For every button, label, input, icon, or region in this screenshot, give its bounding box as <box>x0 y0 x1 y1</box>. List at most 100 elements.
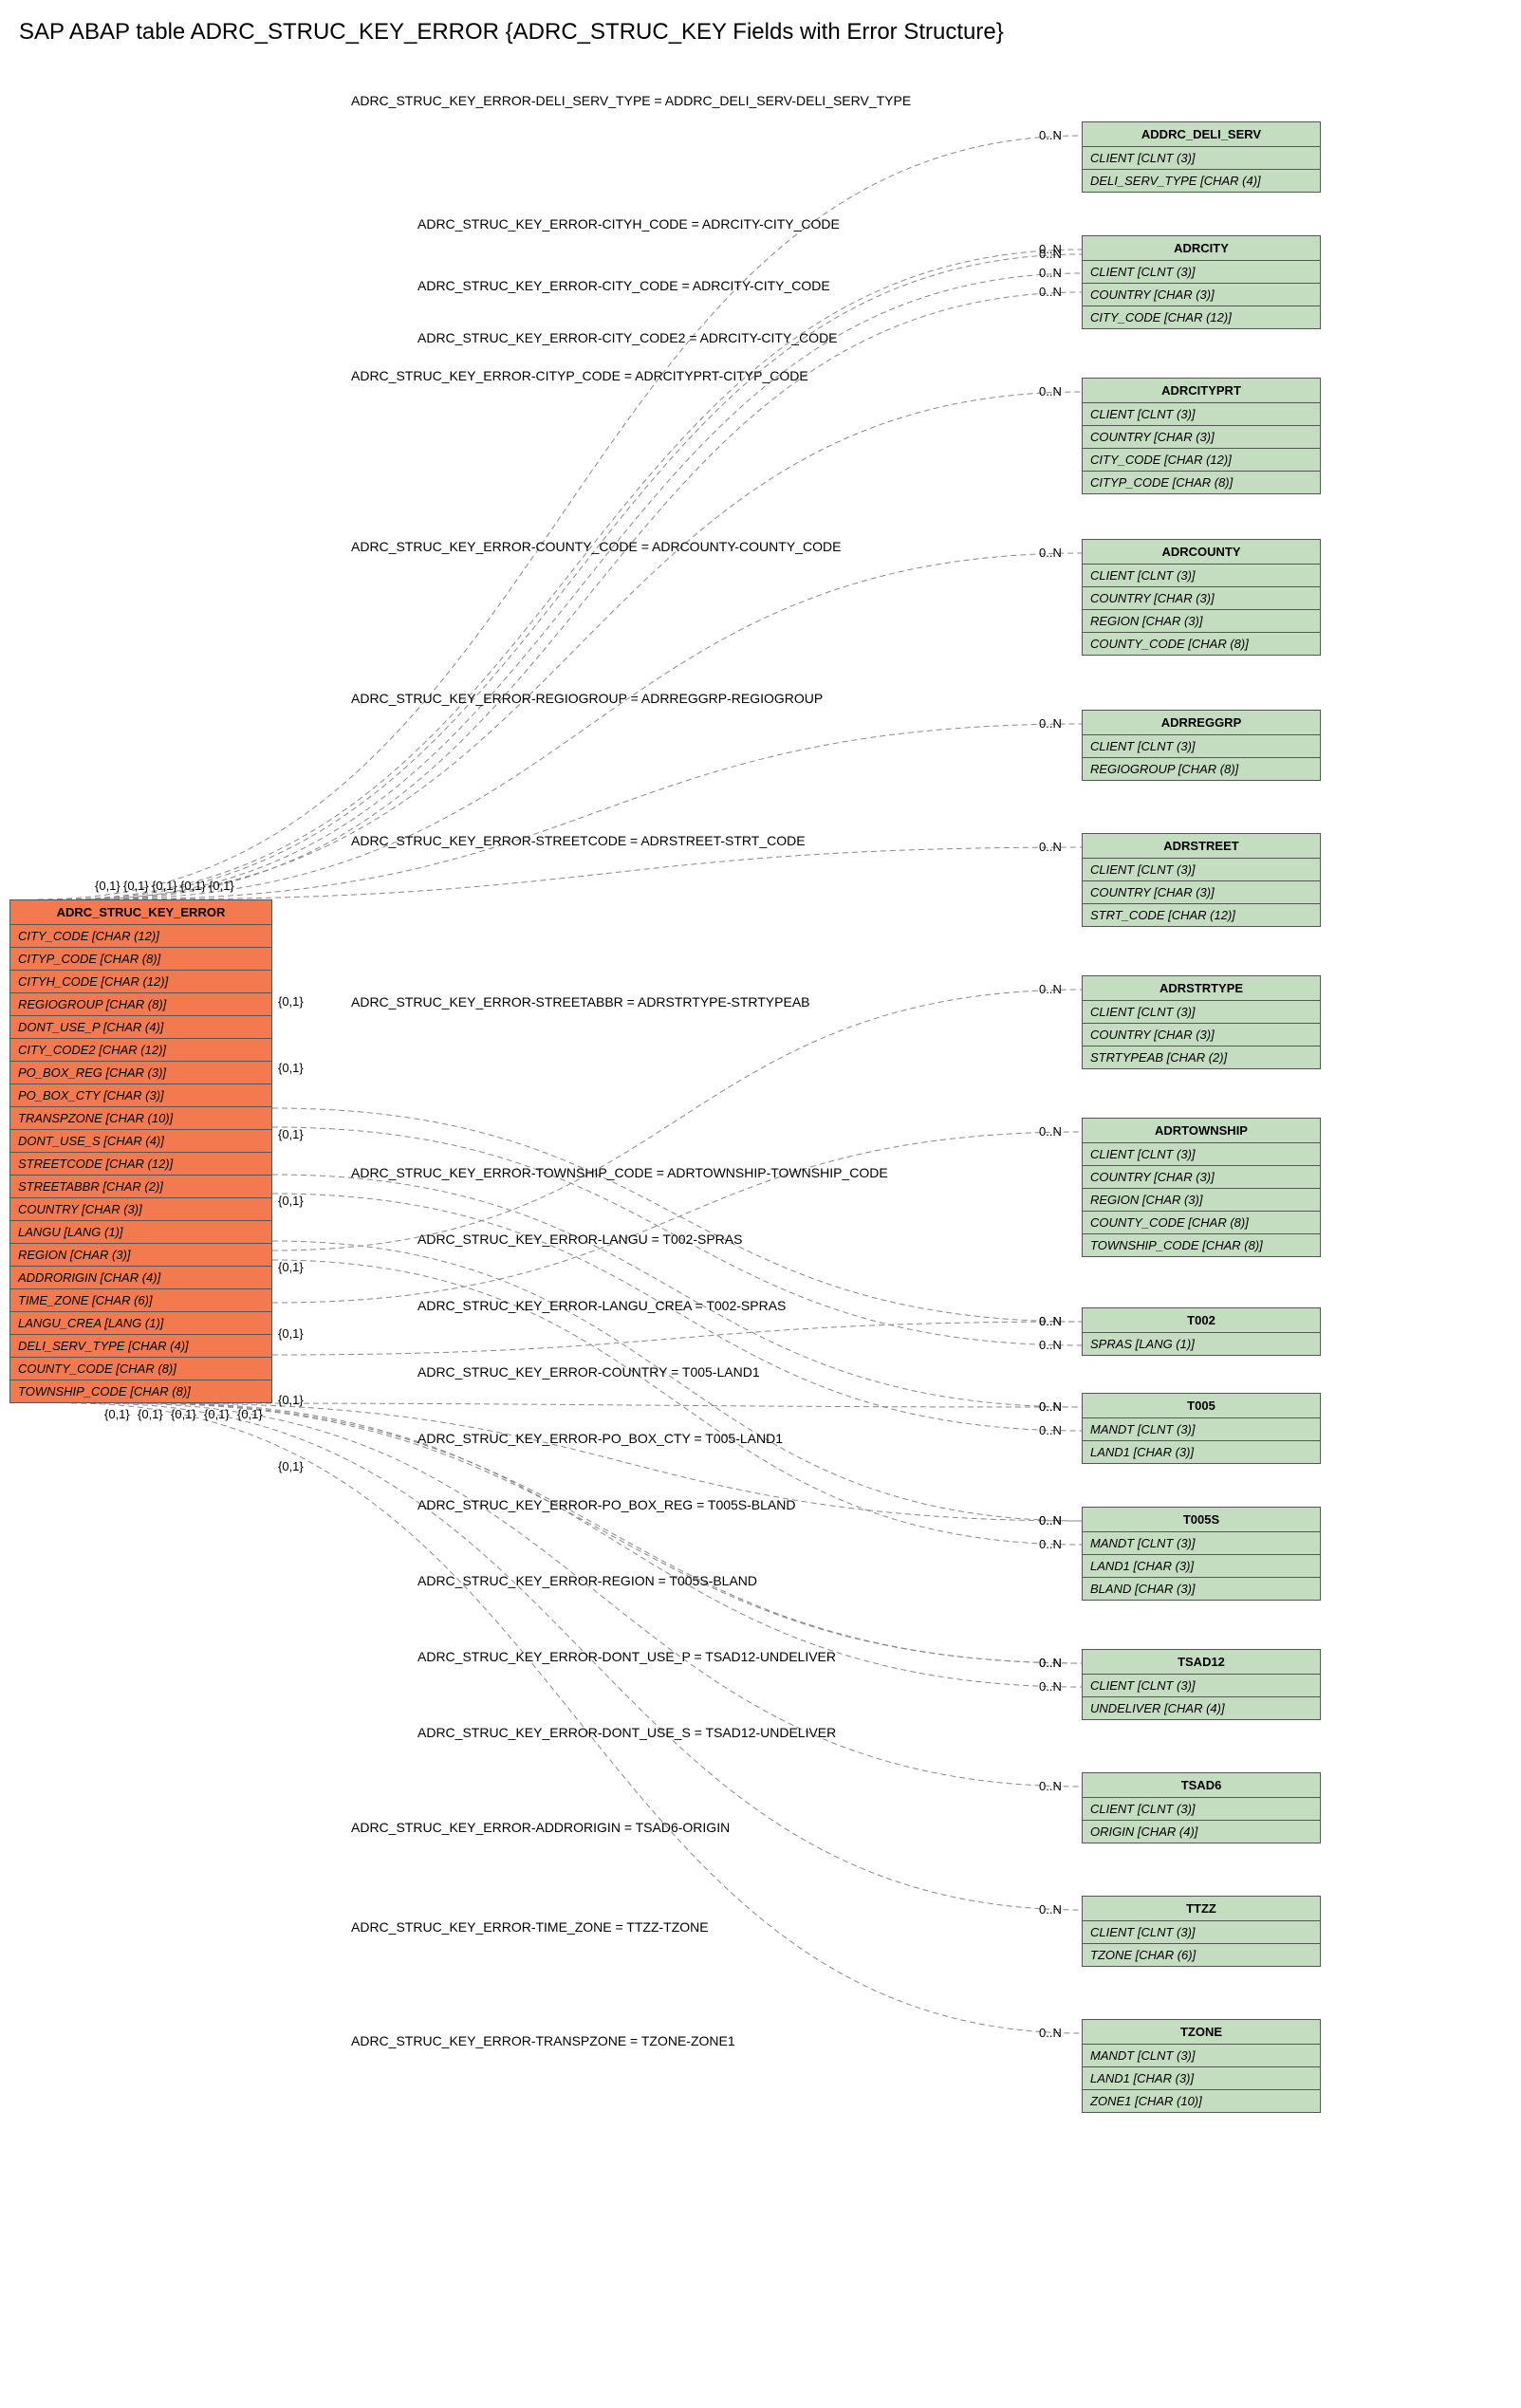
cardinality-label: {0,1} <box>138 1407 163 1421</box>
entity-field: ADDRORIGIN [CHAR (4)] <box>10 1267 271 1289</box>
entity-field: DONT_USE_S [CHAR (4)] <box>10 1130 271 1153</box>
entity-field: STRT_CODE [CHAR (12)] <box>1083 904 1320 926</box>
cardinality-label: 0..N <box>1039 1124 1062 1139</box>
cardinality-label: 0..N <box>1039 840 1062 854</box>
relation-label: ADRC_STRUC_KEY_ERROR-CITY_CODE = ADRCITY… <box>417 278 830 293</box>
entity-t005: T005MANDT [CLNT (3)]LAND1 [CHAR (3)] <box>1082 1393 1321 1464</box>
entity-adrtownship: ADRTOWNSHIPCLIENT [CLNT (3)]COUNTRY [CHA… <box>1082 1118 1321 1257</box>
entity-field: CITYP_CODE [CHAR (8)] <box>10 948 271 971</box>
entity-field: STREETCODE [CHAR (12)] <box>10 1153 271 1176</box>
entity-field: DONT_USE_P [CHAR (4)] <box>10 1016 271 1039</box>
cardinality-label: 0..N <box>1039 384 1062 398</box>
cardinality-label: {0,1} <box>123 879 149 893</box>
cardinality-label: {0,1} <box>95 879 121 893</box>
entity-field: COUNTRY [CHAR (3)] <box>1083 587 1320 610</box>
cardinality-label: 0..N <box>1039 1314 1062 1328</box>
entity-field: LAND1 [CHAR (3)] <box>1083 1555 1320 1578</box>
cardinality-label: 0..N <box>1039 2026 1062 2040</box>
entity-field: COUNTY_CODE [CHAR (8)] <box>1083 633 1320 655</box>
cardinality-label: 0..N <box>1039 285 1062 299</box>
entity-header: T002 <box>1083 1308 1320 1333</box>
entity-main-header: ADRC_STRUC_KEY_ERROR <box>10 900 271 925</box>
cardinality-label: 0..N <box>1039 1656 1062 1670</box>
relation-label: ADRC_STRUC_KEY_ERROR-DELI_SERV_TYPE = AD… <box>351 93 911 108</box>
entity-t002: T002SPRAS [LANG (1)] <box>1082 1307 1321 1356</box>
cardinality-label: 0..N <box>1039 982 1062 996</box>
cardinality-label: {0,1} <box>278 1260 304 1274</box>
entity-header: ADRCOUNTY <box>1083 540 1320 565</box>
entity-adrcounty: ADRCOUNTYCLIENT [CLNT (3)]COUNTRY [CHAR … <box>1082 539 1321 656</box>
entity-field: CLIENT [CLNT (3)] <box>1083 1143 1320 1166</box>
entity-field: UNDELIVER [CHAR (4)] <box>1083 1697 1320 1719</box>
entity-ttzz: TTZZCLIENT [CLNT (3)]TZONE [CHAR (6)] <box>1082 1896 1321 1967</box>
entity-field: TOWNSHIP_CODE [CHAR (8)] <box>1083 1234 1320 1256</box>
cardinality-label: 0..N <box>1039 1513 1062 1528</box>
cardinality-label: {0,1} <box>204 1407 230 1421</box>
relation-label: ADRC_STRUC_KEY_ERROR-CITYH_CODE = ADRCIT… <box>417 216 840 232</box>
entity-field: CLIENT [CLNT (3)] <box>1083 147 1320 170</box>
relation-label: ADRC_STRUC_KEY_ERROR-TRANSPZONE = TZONE-… <box>351 2033 735 2048</box>
relation-label: ADRC_STRUC_KEY_ERROR-COUNTRY = T005-LAND… <box>417 1364 760 1380</box>
relation-label: ADRC_STRUC_KEY_ERROR-STREETABBR = ADRSTR… <box>351 994 810 1010</box>
entity-field: PO_BOX_REG [CHAR (3)] <box>10 1062 271 1084</box>
relation-label: ADRC_STRUC_KEY_ERROR-TIME_ZONE = TTZZ-TZ… <box>351 1919 709 1935</box>
entity-field: TOWNSHIP_CODE [CHAR (8)] <box>10 1380 271 1402</box>
entity-tzone: TZONEMANDT [CLNT (3)]LAND1 [CHAR (3)]ZON… <box>1082 2019 1321 2113</box>
relation-label: ADRC_STRUC_KEY_ERROR-REGIOGROUP = ADRREG… <box>351 691 823 706</box>
entity-header: TZONE <box>1083 2020 1320 2045</box>
entity-t005s: T005SMANDT [CLNT (3)]LAND1 [CHAR (3)]BLA… <box>1082 1507 1321 1601</box>
entity-main: ADRC_STRUC_KEY_ERROR CITY_CODE [CHAR (12… <box>9 899 272 1403</box>
relation-label: ADRC_STRUC_KEY_ERROR-DONT_USE_P = TSAD12… <box>417 1649 836 1664</box>
entity-field: CLIENT [CLNT (3)] <box>1083 1001 1320 1024</box>
entity-header: ADRREGGRP <box>1083 711 1320 735</box>
entity-field: ZONE1 [CHAR (10)] <box>1083 2090 1320 2112</box>
relation-label: ADRC_STRUC_KEY_ERROR-LANGU = T002-SPRAS <box>417 1232 742 1247</box>
entity-field: ORIGIN [CHAR (4)] <box>1083 1821 1320 1843</box>
entity-field: COUNTRY [CHAR (3)] <box>1083 426 1320 449</box>
entity-header: ADRCITYPRT <box>1083 379 1320 403</box>
cardinality-label: {0,1} <box>278 1127 304 1141</box>
entity-header: TSAD12 <box>1083 1650 1320 1675</box>
entity-field: DELI_SERV_TYPE [CHAR (4)] <box>1083 170 1320 192</box>
entity-field: CITY_CODE [CHAR (12)] <box>1083 449 1320 472</box>
cardinality-label: 0..N <box>1039 266 1062 280</box>
cardinality-label: 0..N <box>1039 716 1062 731</box>
entity-field: CLIENT [CLNT (3)] <box>1083 1921 1320 1944</box>
entity-field: CITY_CODE [CHAR (12)] <box>1083 306 1320 328</box>
cardinality-label: 0..N <box>1039 1902 1062 1917</box>
entity-field: COUNTRY [CHAR (3)] <box>10 1198 271 1221</box>
cardinality-label: 0..N <box>1039 1423 1062 1437</box>
entity-field: PO_BOX_CTY [CHAR (3)] <box>10 1084 271 1107</box>
cardinality-label: {0,1} <box>171 1407 196 1421</box>
entity-header: TSAD6 <box>1083 1773 1320 1798</box>
entity-field: COUNTRY [CHAR (3)] <box>1083 881 1320 904</box>
entity-field: CLIENT [CLNT (3)] <box>1083 859 1320 881</box>
entity-adrreggrp: ADRREGGRPCLIENT [CLNT (3)]REGIOGROUP [CH… <box>1082 710 1321 781</box>
entity-field: CITY_CODE2 [CHAR (12)] <box>10 1039 271 1062</box>
entity-field: LAND1 [CHAR (3)] <box>1083 1441 1320 1463</box>
entity-adrcityprt: ADRCITYPRTCLIENT [CLNT (3)]COUNTRY [CHAR… <box>1082 378 1321 494</box>
cardinality-label: {0,1} <box>278 1459 304 1473</box>
entity-header: TTZZ <box>1083 1897 1320 1921</box>
entity-header: ADRTOWNSHIP <box>1083 1119 1320 1143</box>
entity-field: CLIENT [CLNT (3)] <box>1083 403 1320 426</box>
cardinality-label: 0..N <box>1039 247 1062 261</box>
relation-label: ADRC_STRUC_KEY_ERROR-REGION = T005S-BLAN… <box>417 1573 757 1588</box>
entity-field: REGIOGROUP [CHAR (8)] <box>10 993 271 1016</box>
entity-field: STREETABBR [CHAR (2)] <box>10 1176 271 1198</box>
cardinality-label: 0..N <box>1039 1399 1062 1414</box>
entity-field: REGION [CHAR (3)] <box>1083 610 1320 633</box>
entity-field: CITYP_CODE [CHAR (8)] <box>1083 472 1320 493</box>
entity-field: CITYH_CODE [CHAR (12)] <box>10 971 271 993</box>
cardinality-label: {0,1} <box>237 1407 263 1421</box>
entity-field: CLIENT [CLNT (3)] <box>1083 1675 1320 1697</box>
entity-adrcity: ADRCITYCLIENT [CLNT (3)]COUNTRY [CHAR (3… <box>1082 235 1321 329</box>
entity-tsad6: TSAD6CLIENT [CLNT (3)]ORIGIN [CHAR (4)] <box>1082 1772 1321 1843</box>
relation-label: ADRC_STRUC_KEY_ERROR-STREETCODE = ADRSTR… <box>351 833 806 848</box>
entity-field: BLAND [CHAR (3)] <box>1083 1578 1320 1600</box>
relation-label: ADRC_STRUC_KEY_ERROR-CITYP_CODE = ADRCIT… <box>351 368 808 383</box>
diagram-container: ADRC_STRUC_KEY_ERROR CITY_CODE [CHAR (12… <box>9 65 1512 2399</box>
entity-field: REGION [CHAR (3)] <box>10 1244 271 1267</box>
entity-adrstrtype: ADRSTRTYPECLIENT [CLNT (3)]COUNTRY [CHAR… <box>1082 975 1321 1069</box>
entity-field: COUNTRY [CHAR (3)] <box>1083 1166 1320 1189</box>
